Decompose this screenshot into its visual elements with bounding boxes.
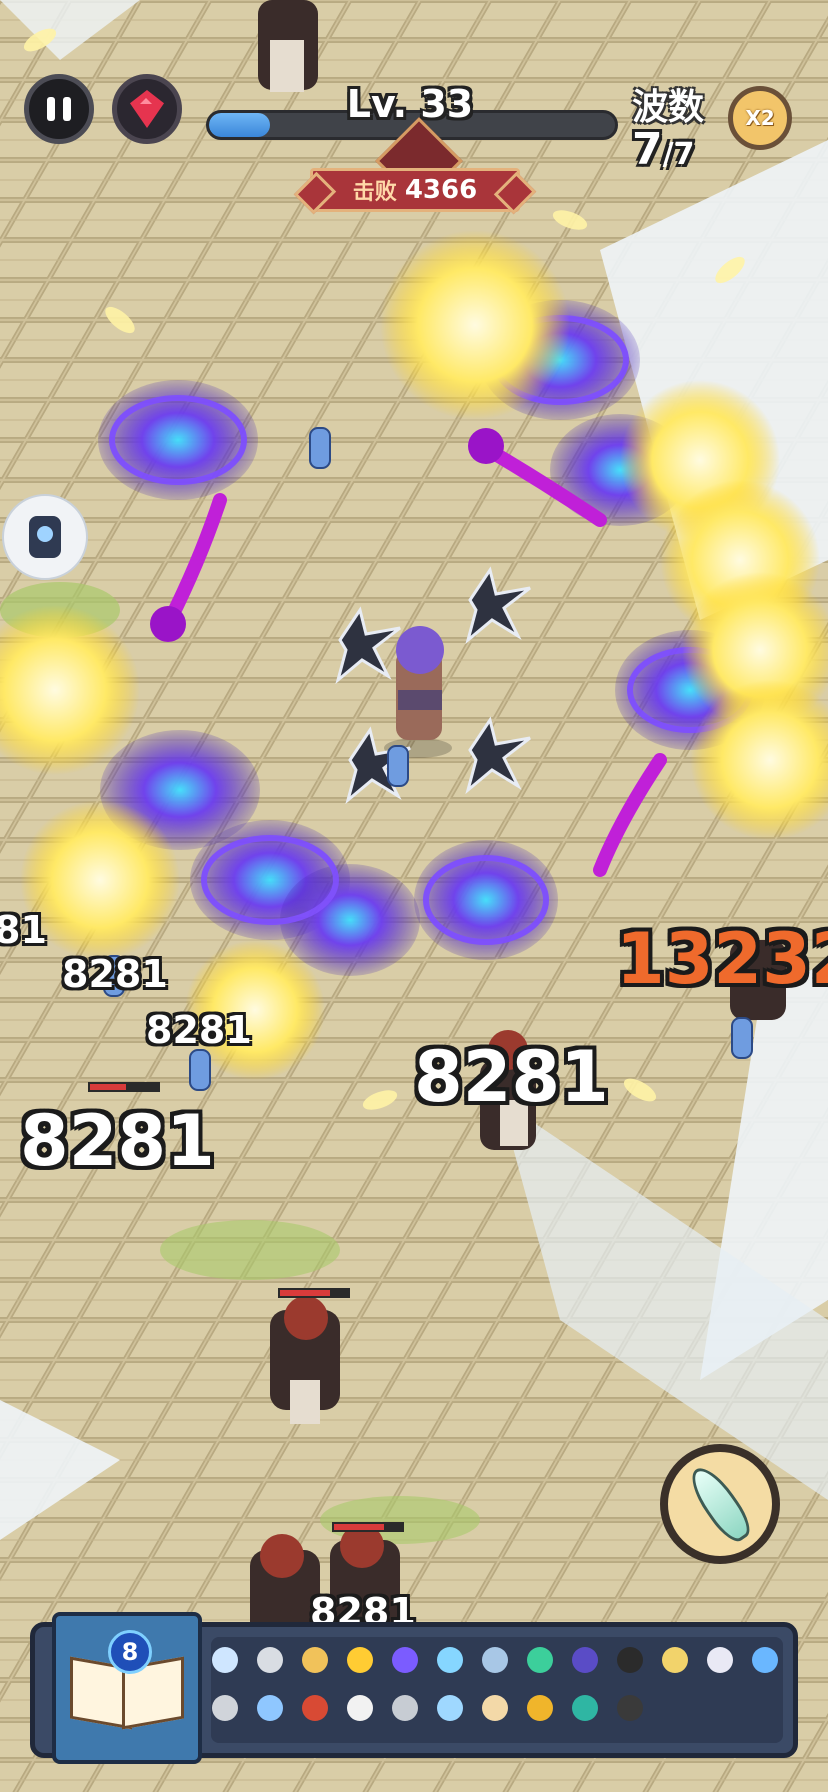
inventory-item[interactable] [386, 1641, 423, 1678]
potion-icon [211, 1646, 238, 1673]
skill-button[interactable] [660, 1444, 780, 1564]
wave-current: 7 [632, 124, 663, 175]
crystal-icon [436, 1646, 463, 1673]
player-level: Lv. 33 [346, 82, 474, 126]
necklace-icon [481, 1694, 508, 1721]
inventory-item[interactable] [521, 1641, 558, 1678]
gears-icon [211, 1694, 238, 1721]
inventory-item[interactable] [746, 1641, 783, 1678]
inventory-item[interactable] [611, 1641, 648, 1678]
kill-label: 击败 [352, 180, 397, 205]
star-icon [346, 1646, 373, 1673]
wave-label: 波数 [632, 87, 705, 128]
device-icon [29, 516, 61, 558]
inventory-item[interactable] [566, 1641, 603, 1678]
bowl-icon [301, 1694, 328, 1721]
wheel-icon [616, 1694, 643, 1721]
pouch-icon [481, 1646, 508, 1673]
inventory-item[interactable] [521, 1689, 558, 1726]
inventory-item[interactable] [206, 1641, 243, 1678]
inventory-item[interactable] [341, 1689, 378, 1726]
skill-book-slot[interactable]: 8 [52, 1612, 202, 1764]
damage-number: 8281 [62, 952, 168, 996]
dagger-icon [706, 1646, 733, 1673]
crescent-icon [391, 1646, 418, 1673]
pause-icon-bar [63, 97, 71, 121]
inventory-item[interactable] [611, 1689, 648, 1726]
inventory-item[interactable] [431, 1689, 468, 1726]
inventory-item[interactable] [251, 1689, 288, 1726]
damage-number: 81 [0, 908, 47, 952]
damage-number: 8281 [414, 1036, 609, 1118]
scroll-icon [301, 1646, 328, 1673]
inventory-item[interactable] [296, 1689, 333, 1726]
shield-icon [751, 1646, 778, 1673]
pause-button[interactable] [24, 74, 94, 144]
bell-icon [346, 1694, 373, 1721]
inventory-item[interactable] [296, 1641, 333, 1678]
speed-label: X2 [745, 106, 775, 130]
critical-damage-number: 13232 [616, 918, 828, 1000]
helmet-icon [526, 1694, 553, 1721]
inventory-item[interactable] [701, 1641, 738, 1678]
inventory-item[interactable] [656, 1641, 693, 1678]
feather-icon [682, 1460, 758, 1548]
inventory-item[interactable] [251, 1641, 288, 1678]
inventory-item[interactable] [476, 1689, 513, 1726]
trident-icon [436, 1694, 463, 1721]
wave-counter: 7/7 [632, 124, 694, 175]
boot-icon [391, 1694, 418, 1721]
inventory-item[interactable] [386, 1689, 423, 1726]
ring-icon [616, 1646, 643, 1673]
pause-icon [47, 97, 55, 121]
device-side-button[interactable] [2, 494, 88, 580]
inventory-item[interactable] [206, 1689, 243, 1726]
sword-icon [256, 1646, 283, 1673]
wave-total: /7 [662, 137, 695, 172]
inventory-row-2 [206, 1689, 648, 1726]
inventory-row-1 [206, 1641, 783, 1678]
book-level-badge: 8 [108, 1630, 152, 1674]
inventory-item[interactable] [566, 1689, 603, 1726]
xp-progress-fill [209, 113, 270, 137]
gem-icon [526, 1646, 553, 1673]
inventory-item[interactable] [476, 1641, 513, 1678]
wings-icon [661, 1646, 688, 1673]
damage-number: 8281 [20, 1100, 215, 1182]
speed-toggle-button[interactable]: X2 [728, 86, 792, 150]
tome-icon [571, 1694, 598, 1721]
flask-icon [256, 1694, 283, 1721]
orb-icon [571, 1646, 598, 1673]
damage-number: 8281 [146, 1008, 252, 1052]
inventory-item[interactable] [341, 1641, 378, 1678]
kill-counter-banner: 击败 4366 [310, 168, 520, 212]
inventory-item[interactable] [431, 1641, 468, 1678]
ruby-gem-icon [130, 90, 164, 128]
gem-button[interactable] [112, 74, 182, 144]
kill-count: 4366 [404, 175, 478, 205]
